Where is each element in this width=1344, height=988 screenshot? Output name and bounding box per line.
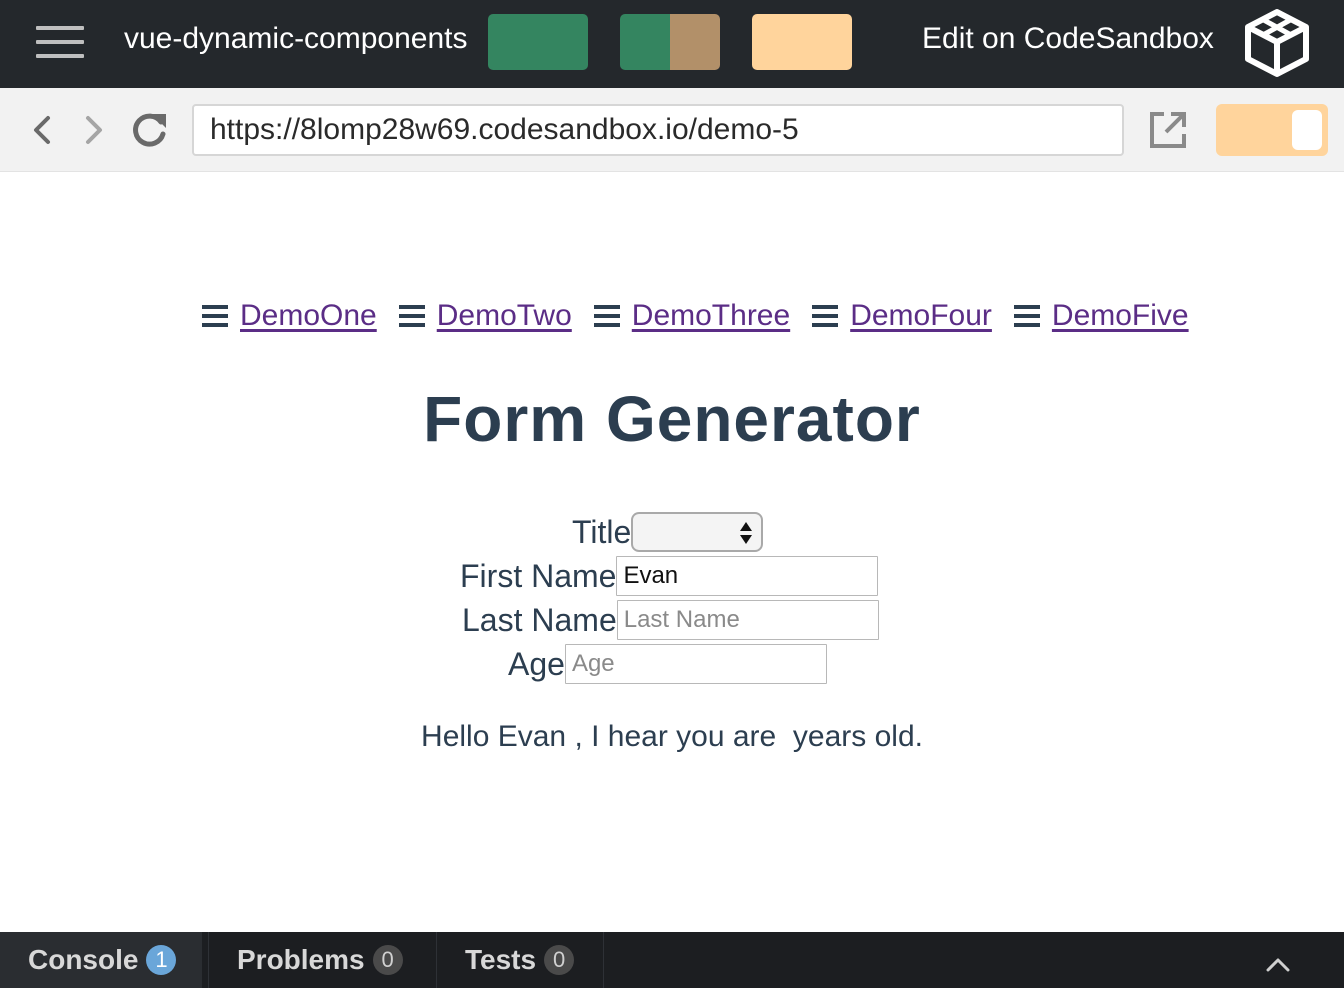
first-name-label: First Name: [460, 557, 617, 594]
tab-console[interactable]: Console 1: [0, 932, 202, 988]
toggle-knob: [1292, 110, 1322, 150]
tab-problems-label: Problems: [237, 944, 365, 975]
last-name-label: Last Name: [462, 601, 617, 638]
nav-link-demo-two[interactable]: DemoTwo: [437, 299, 572, 333]
sandbox-title: vue-dynamic-components: [124, 22, 468, 55]
nav-item-demo-five[interactable]: DemoFive: [1013, 299, 1189, 333]
edit-on-codesandbox-link[interactable]: Edit on CodeSandbox: [922, 22, 1214, 56]
menu-bars-icon: [1013, 305, 1040, 327]
preview-content: [0, 172, 1344, 932]
title-select[interactable]: [631, 512, 764, 552]
menu-bars-icon: [202, 305, 228, 327]
layout-swatch-1[interactable]: [488, 14, 588, 70]
chevron-left-icon[interactable]: [24, 110, 60, 150]
select-updown-icon: [740, 522, 753, 544]
nav-item-demo-two[interactable]: DemoTwo: [398, 299, 572, 333]
tab-tests-label: Tests: [465, 944, 537, 975]
tab-console-label: Console: [28, 944, 139, 975]
first-name-field[interactable]: [616, 556, 879, 596]
tab-problems-count-badge: 0: [372, 945, 403, 975]
console-bar: Console 1 Problems 0 Tests 0: [0, 932, 1344, 988]
top-header-bar: vue-dynamic-components Edit on CodeSandb…: [0, 0, 1344, 88]
codesandbox-preview: vue-dynamic-components Edit on CodeSandb…: [0, 0, 1344, 988]
tab-tests-count-badge: 0: [544, 945, 575, 975]
form-row-title: Title: [572, 512, 764, 552]
form-row-first-name: First Name: [460, 556, 879, 596]
chevron-right-icon[interactable]: [76, 110, 112, 150]
open-in-new-window-icon[interactable]: [1146, 108, 1190, 152]
layout-swatch-3[interactable]: [752, 14, 852, 70]
nav-link-demo-four[interactable]: DemoFour: [850, 299, 992, 333]
menu-bars-icon: [812, 305, 839, 327]
form-row-age: Age: [508, 644, 827, 684]
age-field[interactable]: [564, 644, 827, 684]
tab-tests[interactable]: Tests 0: [436, 932, 604, 988]
reload-icon[interactable]: [128, 108, 170, 152]
nav-item-demo-one[interactable]: DemoOne: [202, 299, 377, 333]
tab-console-count-badge: 1: [146, 945, 177, 975]
nav-link-demo-five[interactable]: DemoFive: [1052, 299, 1189, 333]
nav-item-demo-four[interactable]: DemoFour: [812, 299, 992, 333]
codesandbox-cube-icon[interactable]: [1244, 8, 1310, 78]
demo-nav: DemoOne DemoTwo DemoThree DemoFour DemoF…: [202, 294, 1189, 338]
chevron-up-icon[interactable]: [1262, 952, 1294, 976]
nav-link-demo-three[interactable]: DemoThree: [632, 299, 790, 333]
greeting-text: Hello Evan , I hear you are years old.: [421, 720, 923, 753]
tab-problems[interactable]: Problems 0: [208, 932, 430, 988]
title-label: Title: [572, 513, 632, 550]
page-title: Form Generator: [423, 383, 921, 455]
preview-toggle[interactable]: [1216, 104, 1328, 156]
url-input[interactable]: [192, 104, 1124, 156]
hamburger-menu-icon[interactable]: [36, 26, 84, 60]
layout-swatch-2[interactable]: [620, 14, 720, 70]
menu-bars-icon: [398, 305, 425, 327]
nav-link-demo-one[interactable]: DemoOne: [240, 299, 377, 333]
form-row-last-name: Last Name: [462, 600, 879, 640]
age-label: Age: [508, 645, 565, 682]
nav-item-demo-three[interactable]: DemoThree: [593, 299, 790, 333]
last-name-field[interactable]: [616, 600, 879, 640]
menu-bars-icon: [593, 305, 620, 327]
